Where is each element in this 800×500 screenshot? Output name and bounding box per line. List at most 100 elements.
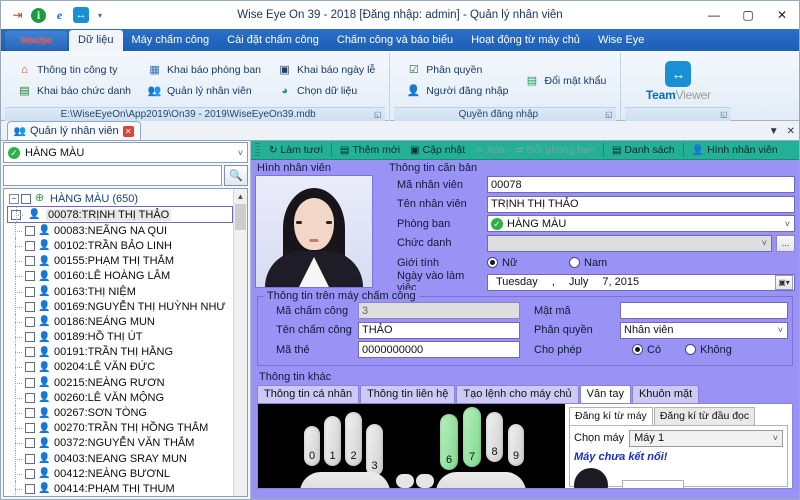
finger-8[interactable]: 8 [486, 411, 503, 462]
tree-item-checkbox[interactable] [25, 225, 35, 236]
pin-dropdown-icon[interactable]: ▼ [769, 126, 779, 137]
ribbon-item-khai-bao-phong-ban[interactable]: ▦ Khai báo phòng ban [145, 62, 263, 79]
tree-item[interactable]: 👤 00215:NEÀNG RƯƠN [7, 375, 233, 391]
panel-close-icon[interactable]: ✕ [787, 126, 795, 137]
ribbon-item-phan-quyen[interactable]: ☑ Phân quyền [404, 62, 510, 79]
tree-item-checkbox[interactable] [25, 347, 35, 358]
start-date-picker[interactable]: Tuesday , July 7, 2015 ▣▾ [487, 273, 795, 291]
tree-item-checkbox[interactable] [25, 423, 35, 434]
ribbon-item-doi-mat-khau[interactable]: ▤ Đổi mật khẩu [523, 73, 609, 90]
ribbon-item-chon-du-lieu[interactable]: ◕ Chọn dữ liệu [275, 83, 377, 100]
tree-item[interactable]: 👤 00191:TRẦN THỊ HẰNG [7, 344, 233, 361]
tree-item[interactable]: 👤 00412:NEÀNG BƯƠNL [7, 466, 233, 482]
tab-tao-lenh-cho-may-chu[interactable]: Tạo lệnh cho máy chủ [456, 384, 579, 403]
ribbon-item-quan-ly-nhan-vien[interactable]: 👥 Quản lý nhân viên [145, 83, 263, 100]
tree-item[interactable]: 👤 00083:NEÃNG NA QUI [7, 223, 233, 239]
maximize-button[interactable]: ▢ [731, 2, 765, 28]
department-dropdown[interactable]: ✓ HÀNG MÀU ˅ [487, 215, 795, 233]
dialog-launcher-icon[interactable]: ◱ [372, 109, 383, 120]
thumb-right[interactable] [416, 473, 434, 488]
teamviewer-icon[interactable]: ↔ [73, 7, 89, 23]
finger-2[interactable]: 2 [345, 411, 362, 466]
employee-photo-frame[interactable] [255, 175, 373, 288]
att-name-field[interactable]: THẢO [358, 321, 520, 339]
emp-name-field[interactable]: TRỊNH THỊ THẢO [487, 195, 795, 213]
tree-item-checkbox[interactable] [25, 240, 35, 251]
search-button[interactable]: 🔍 [224, 165, 248, 186]
minimize-button[interactable]: — [697, 2, 731, 28]
logout-icon[interactable]: ⇥ [9, 7, 26, 24]
tree-item[interactable]: 👤 00186:NEÁNG MUN [7, 314, 233, 330]
tree-item-checkbox[interactable] [25, 332, 35, 343]
list-button[interactable]: ▤ Danh sách [607, 143, 680, 157]
tree-item-checkbox[interactable] [25, 483, 35, 494]
tree-scrollbar[interactable]: ▲ [233, 189, 247, 496]
quick-access-overflow-icon[interactable]: ▾ [98, 11, 102, 20]
search-input[interactable] [3, 165, 222, 186]
tree-item[interactable]: 👤 00267:SƠN TÒNG [7, 405, 233, 421]
tab-cai-dat-cham-cong[interactable]: Cài đặt chấm công [218, 30, 328, 51]
tree-checkbox[interactable] [21, 193, 31, 204]
finger-1[interactable]: 1 [324, 415, 341, 466]
tree-item-checkbox[interactable] [25, 408, 35, 419]
tab-dang-ki-tu-may[interactable]: Đăng kí từ máy [569, 406, 653, 425]
tree-item[interactable]: 👤 00189:HỒ THỊ ÚT [7, 329, 233, 345]
gender-female-radio[interactable]: Nữ [487, 257, 565, 269]
emp-code-field[interactable]: 00078 [487, 176, 795, 194]
machine-dropdown[interactable]: Máy 1 ˅ [629, 429, 783, 447]
tab-khuon-mat[interactable]: Khuôn mặt [631, 384, 700, 403]
tab-dang-ki-tu-dau-doc[interactable]: Đăng kí từ đầu đọc [653, 406, 756, 425]
finger-3[interactable]: 3 [366, 423, 383, 476]
close-icon[interactable]: ✕ [122, 125, 134, 137]
scroll-up-icon[interactable]: ▲ [233, 189, 247, 203]
tree-item[interactable]: 👤 00204:LÊ VĂN ĐỨC [7, 359, 233, 376]
add-new-button[interactable]: ▤ Thêm mới [335, 143, 405, 157]
internet-explorer-icon[interactable]: e [51, 7, 68, 24]
scrollbar-thumb[interactable] [235, 204, 246, 230]
toolbar-grip[interactable] [255, 143, 260, 157]
tree-item[interactable]: 👤 00372:NGUYỄN VĂN THẮM [7, 435, 233, 452]
tree-root-node[interactable]: − ⊕ HÀNG MÀU (650) [7, 191, 233, 206]
tree-item-checkbox[interactable] [25, 438, 35, 449]
department-select[interactable]: ✓ HÀNG MÀU ˅ [3, 142, 248, 163]
tree-item[interactable]: 👤 00163:THỊ NIỆM [7, 283, 233, 300]
tree-item-checkbox[interactable] [25, 316, 35, 327]
tab-may-cham-cong[interactable]: Máy chấm công [123, 30, 219, 51]
tree-item[interactable]: 👤 00403:NEANG SRAY MUN [7, 451, 233, 467]
hand-diagram[interactable]: 01 2 3 6 7 8 9 [258, 403, 565, 488]
role-dropdown[interactable]: Nhân viên ˅ [620, 321, 788, 339]
update-button[interactable]: ▣ Cập nhật [405, 143, 470, 157]
card-field[interactable]: 0000000000 [358, 341, 520, 359]
tab-du-lieu[interactable]: Dữ liệu [69, 30, 123, 51]
tab-thong-tin-ca-nhan[interactable]: Thông tin cá nhân [257, 384, 360, 403]
tree-item-checkbox[interactable] [11, 209, 21, 220]
finger-9[interactable]: 9 [508, 423, 524, 466]
dialog-launcher-icon[interactable]: ◱ [718, 109, 729, 120]
employee-photo-button[interactable]: 👤 Hình nhân viên [687, 143, 783, 157]
finger-7[interactable]: 7 [463, 406, 481, 467]
refresh-button[interactable]: ↻ Làm tươi [264, 143, 328, 157]
tree-item[interactable]: 👤 00414:PHẠM THỊ THUM [7, 481, 233, 496]
teamviewer-logo[interactable]: ↔ TeamViewer [625, 53, 731, 107]
document-tab-quan-ly-nhan-vien[interactable]: 👥 Quản lý nhân viên ✕ [7, 121, 141, 140]
ribbon-item-nguoi-dang-nhap[interactable]: 👤 Người đăng nhập [404, 83, 510, 100]
tree-item[interactable]: 👤 00078:TRỊNH THỊ THẢO [7, 206, 233, 224]
employee-tree[interactable]: − ⊕ HÀNG MÀU (650) 👤 00078:TRỊNH THỊ THẢO… [3, 188, 248, 497]
tree-item[interactable]: 👤 00270:TRẦN THỊ HỒNG THẮM [7, 420, 233, 437]
ribbon-item-khai-bao-chuc-danh[interactable]: ▤ Khai báo chức danh [15, 83, 133, 100]
allow-no-radio[interactable]: Không [685, 344, 732, 356]
calendar-dropdown-icon[interactable]: ▣▾ [775, 274, 793, 290]
tree-item-checkbox[interactable] [25, 286, 35, 297]
tab-wise-eye[interactable]: Wise Eye [589, 30, 653, 51]
tree-item-checkbox[interactable] [25, 377, 35, 388]
tree-item-checkbox[interactable] [25, 362, 35, 373]
tree-item-checkbox[interactable] [25, 468, 35, 479]
tree-item-checkbox[interactable] [25, 453, 35, 464]
ribbon-item-khai-bao-ngay-le[interactable]: ▣ Khai báo ngày lễ [275, 62, 377, 79]
finger-6[interactable]: 6 [440, 413, 458, 470]
tree-item[interactable]: 👤 00260:LÊ VĂN MỘNG [7, 390, 233, 406]
tree-item[interactable]: 👤 00169:NGUYỄN THỊ HUỲNH NHƯ [7, 299, 233, 315]
close-button[interactable]: ✕ [765, 2, 799, 28]
allow-yes-radio[interactable]: Có [632, 344, 661, 356]
tab-van-tay[interactable]: Vân tay [579, 384, 631, 403]
